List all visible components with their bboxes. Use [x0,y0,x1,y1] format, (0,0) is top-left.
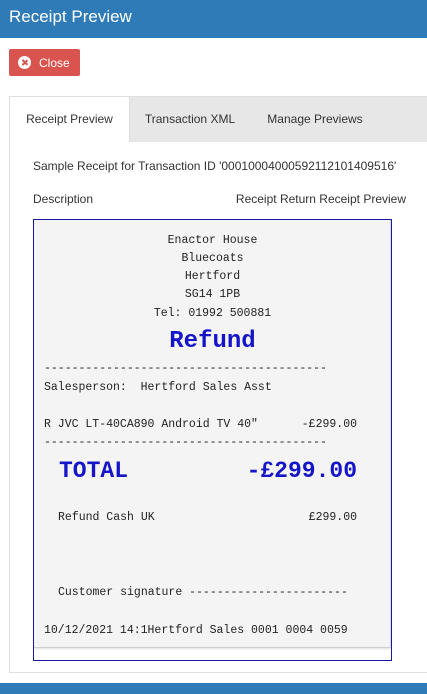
receipt-store-name: Enactor House [167,234,258,247]
close-button-label: Close [39,55,70,70]
sample-receipt-text: Sample Receipt for Transaction ID '00010… [33,159,397,173]
description-value: Receipt Return Receipt Preview [235,192,406,206]
receipt-frame: Enactor House Bluecoats Hertford SG14 1P… [33,219,392,661]
receipt-address-line1: Bluecoats [181,252,244,265]
receipt-item-amount: -£299.00 [301,418,357,431]
receipt-item-description: R JVC LT-40CA890 Android TV 40" [44,418,258,431]
receipt-address-line2: Hertford [184,270,241,283]
bottom-bar [0,683,427,694]
receipt-divider: ----------------------------------------… [44,436,327,449]
receipt-postcode: SG14 1PB [184,288,241,301]
description-label: Description [33,192,94,206]
title-bar: Receipt Preview [0,0,427,38]
tab-bar: Receipt Preview Transaction XML Manage P… [10,97,427,142]
receipt-divider: ----------------------------------------… [44,362,327,375]
receipt-signature-line: Customer signature ---------------------… [58,586,348,599]
receipt-phone: Tel: 01992 500881 [153,307,272,320]
receipt: Enactor House Bluecoats Hertford SG14 1P… [34,220,391,648]
close-icon [18,56,31,69]
tab-receipt-preview[interactable]: Receipt Preview [10,97,130,142]
receipt-total-label: TOTAL [59,458,129,484]
receipt-heading: Refund [169,328,256,355]
receipt-salesperson: Salesperson: Hertford Sales Asst [44,381,272,394]
receipt-total-amount: -£299.00 [246,458,357,484]
receipt-footer: 10/12/2021 14:1Hertford Sales 0001 0004 … [44,624,348,637]
tab-transaction-xml[interactable]: Transaction XML [130,97,250,142]
close-button[interactable]: Close [9,49,80,76]
receipt-tender-label: Refund Cash UK [58,511,155,524]
window-title: Receipt Preview [9,7,132,26]
tab-manage-previews[interactable]: Manage Previews [255,97,375,142]
receipt-tender-amount: £299.00 [308,511,357,524]
button-bar: Close [0,38,427,96]
